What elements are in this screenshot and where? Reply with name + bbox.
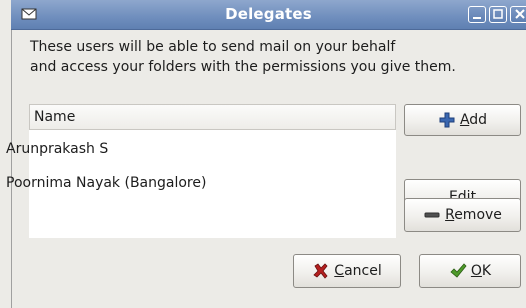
minimize-button[interactable] xyxy=(468,6,486,23)
add-button[interactable]: Add xyxy=(404,104,521,136)
cancel-button[interactable]: Cancel xyxy=(293,254,401,288)
close-icon xyxy=(515,9,525,19)
delegates-dialog: Delegates These users will be able to se… xyxy=(0,0,526,308)
check-icon xyxy=(450,263,467,278)
ok-label-rest: K xyxy=(481,263,492,279)
list-item[interactable]: Poornima Nayak (Bangalore) xyxy=(6,175,206,191)
cancel-label-rest: ancel xyxy=(344,263,382,279)
remove-button[interactable]: Remove xyxy=(404,198,521,232)
add-label-rest: dd xyxy=(469,112,488,128)
description-line-1: These users will be able to send mail on… xyxy=(30,39,396,55)
minus-icon xyxy=(424,212,440,218)
ok-button[interactable]: OK xyxy=(419,254,521,288)
ok-mnemonic: O xyxy=(470,263,482,279)
maximize-icon xyxy=(493,9,503,19)
column-header-name[interactable]: Name xyxy=(29,104,396,130)
cancel-mnemonic: C xyxy=(334,263,345,279)
list-item[interactable]: Arunprakash S xyxy=(6,141,108,157)
description-line-2: and access your folders with the permiss… xyxy=(30,59,456,75)
window-title: Delegates xyxy=(225,5,312,23)
add-mnemonic: A xyxy=(459,112,470,128)
description-text: These users will be able to send mail on… xyxy=(30,37,456,77)
remove-label-rest: emove xyxy=(454,207,502,223)
remove-mnemonic: R xyxy=(445,207,455,223)
column-header-label: Name xyxy=(34,109,76,125)
x-icon xyxy=(313,263,328,279)
close-button[interactable] xyxy=(510,6,526,23)
maximize-button[interactable] xyxy=(489,6,507,23)
delegates-list[interactable]: Name xyxy=(29,104,396,238)
title-bar[interactable]: Delegates xyxy=(11,0,526,30)
plus-icon xyxy=(439,112,455,128)
minimize-icon xyxy=(473,17,481,19)
